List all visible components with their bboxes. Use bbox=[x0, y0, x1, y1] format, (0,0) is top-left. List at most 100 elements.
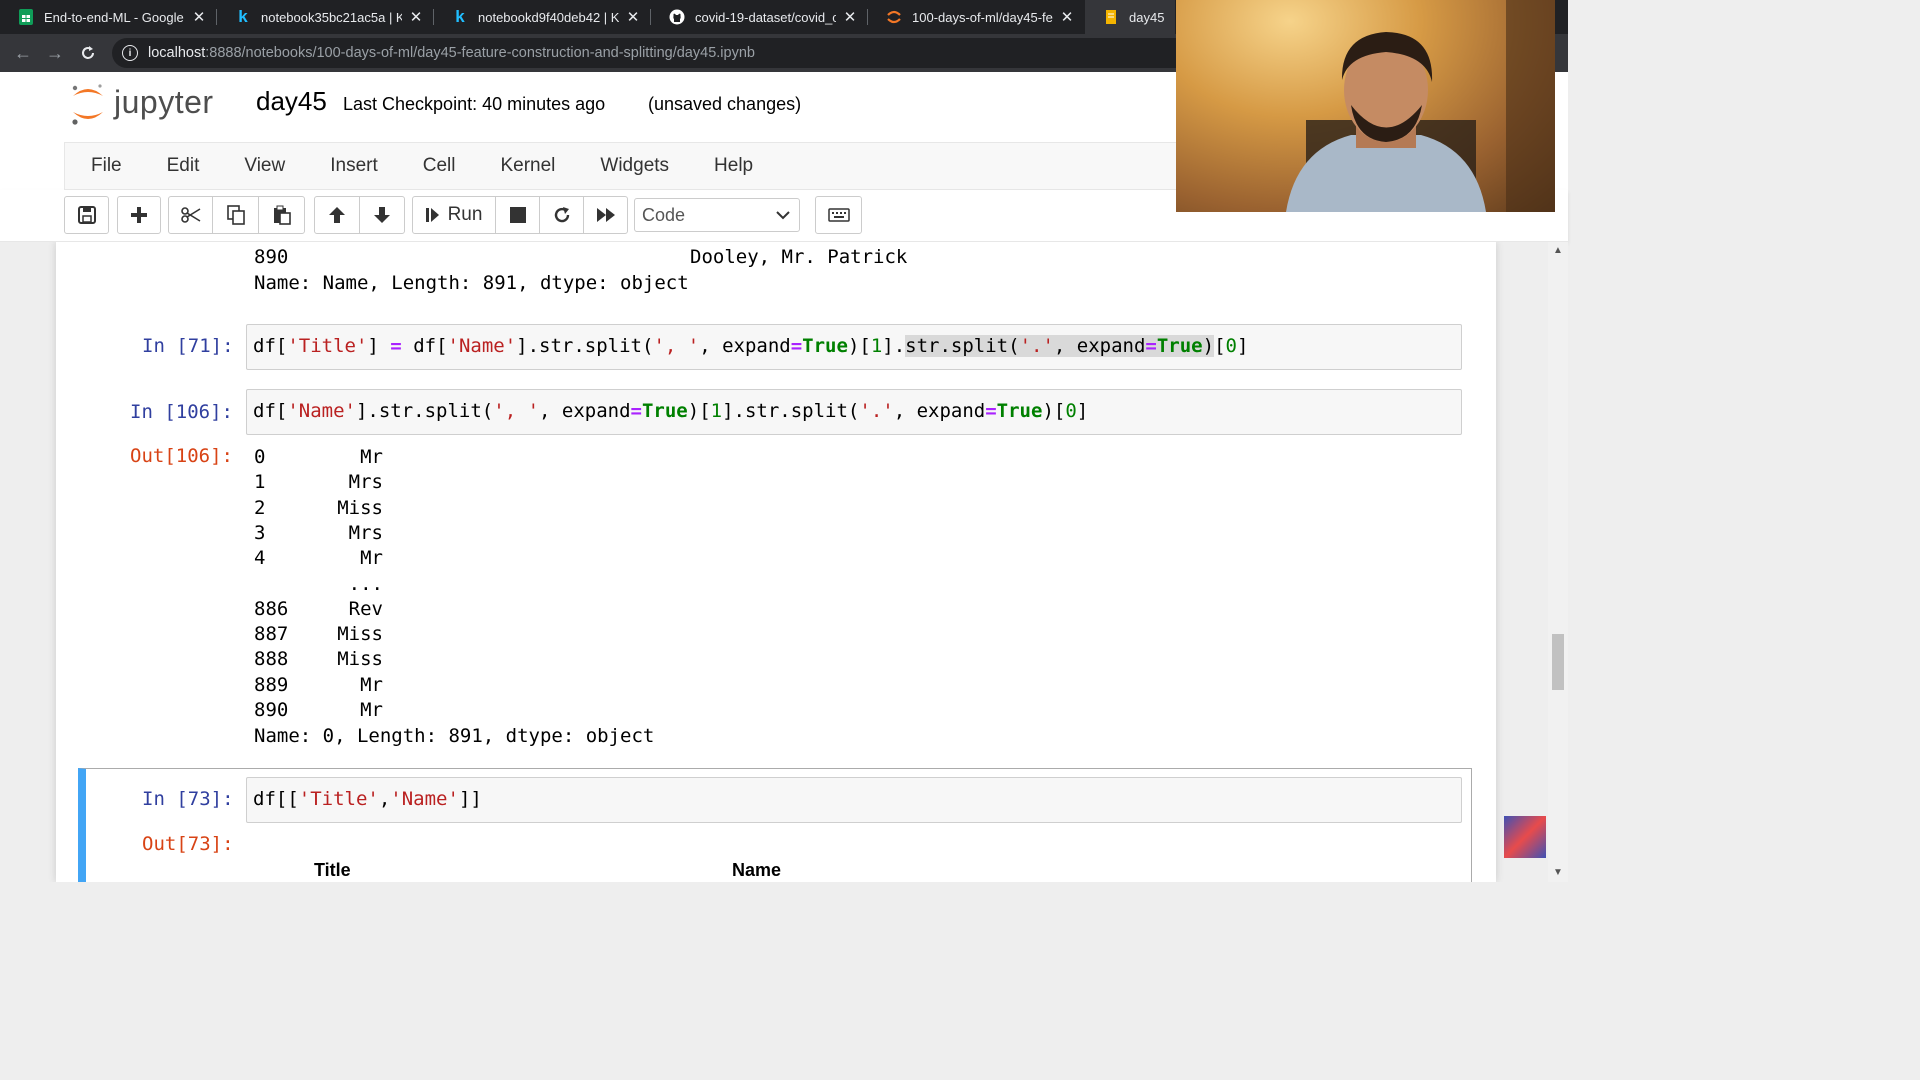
scroll-down-icon[interactable]: ▼ bbox=[1552, 868, 1564, 878]
step-forward-icon bbox=[425, 208, 439, 222]
back-arrow-icon[interactable]: ← bbox=[6, 36, 40, 70]
browser-tab-kaggle-1[interactable]: k notebook35bc21ac5a | Kag ✕ bbox=[217, 0, 434, 34]
browser-tab-github[interactable]: covid-19-dataset/covid_cas ✕ bbox=[651, 0, 868, 34]
save-button[interactable] bbox=[64, 196, 109, 234]
menu-help[interactable]: Help bbox=[714, 155, 753, 177]
close-tab-icon[interactable]: ✕ bbox=[625, 8, 641, 26]
notebook-name[interactable]: day45 bbox=[256, 86, 327, 117]
cell-input-prompt: In [71]: bbox=[142, 335, 234, 357]
previous-output-footer: Name: Name, Length: 891, dtype: object bbox=[254, 272, 689, 294]
cell-type-select[interactable]: Code bbox=[634, 198, 800, 232]
cell-input-prompt: In [73]: bbox=[142, 788, 234, 810]
series-value: Miss bbox=[337, 496, 383, 519]
move-up-button[interactable] bbox=[314, 196, 360, 234]
tab-title: covid-19-dataset/covid_cas bbox=[695, 9, 836, 25]
reload-icon[interactable] bbox=[71, 36, 105, 70]
copy-button[interactable] bbox=[212, 196, 259, 234]
close-tab-icon[interactable]: ✕ bbox=[408, 8, 424, 26]
jupyter-logo[interactable]: jupyter bbox=[70, 80, 214, 125]
autosave-status: (unsaved changes) bbox=[648, 94, 802, 114]
series-value: Mr bbox=[360, 673, 383, 696]
scroll-up-icon[interactable]: ▲ bbox=[1552, 246, 1564, 256]
restart-run-all-button[interactable] bbox=[583, 196, 628, 234]
cell-input-prompt: In [106]: bbox=[130, 401, 233, 423]
restart-kernel-button[interactable] bbox=[539, 196, 584, 234]
menu-file[interactable]: File bbox=[91, 155, 122, 177]
code-text[interactable]: df['Name'].str.split(', ', expand=True)[… bbox=[253, 400, 1088, 422]
menu-view[interactable]: View bbox=[244, 155, 285, 177]
cell-type-value: Code bbox=[642, 204, 686, 225]
command-palette-button[interactable] bbox=[815, 196, 862, 234]
menu-cell[interactable]: Cell bbox=[423, 155, 456, 177]
forward-arrow-icon[interactable]: → bbox=[38, 36, 72, 70]
fast-forward-icon bbox=[596, 208, 615, 222]
jupyter-logo-icon bbox=[70, 80, 106, 125]
browser-tab-jupyter-github[interactable]: 100-days-of-ml/day45-feat ✕ bbox=[868, 0, 1085, 34]
insert-cell-button[interactable] bbox=[117, 196, 161, 234]
series-value: ... bbox=[348, 572, 383, 595]
github-icon bbox=[669, 9, 685, 25]
paste-icon bbox=[273, 205, 291, 225]
scissors-icon bbox=[180, 207, 200, 223]
previous-output-value: Dooley, Mr. Patrick bbox=[690, 246, 908, 268]
sheets-icon bbox=[18, 9, 34, 25]
plus-icon bbox=[131, 207, 147, 223]
series-value: Mrs bbox=[348, 471, 383, 494]
menu-edit[interactable]: Edit bbox=[167, 155, 200, 177]
series-value: Mr bbox=[360, 446, 383, 468]
chevron-down-icon bbox=[776, 211, 790, 220]
cut-button[interactable] bbox=[168, 196, 213, 234]
jupyter-logo-text: jupyter bbox=[114, 83, 214, 120]
series-value: Mrs bbox=[348, 521, 383, 544]
url-path: :8888/notebooks/100-days-of-ml/day45-fea… bbox=[205, 45, 755, 61]
cell-output-prompt: Out[106]: bbox=[130, 445, 233, 467]
tab-title: 100-days-of-ml/day45-feat bbox=[912, 9, 1053, 25]
interrupt-kernel-button[interactable] bbox=[495, 196, 540, 234]
page-scrollbar[interactable]: ▲ ▼ bbox=[1548, 242, 1568, 882]
series-value: Miss bbox=[337, 648, 383, 671]
close-tab-icon[interactable]: ✕ bbox=[191, 8, 207, 26]
series-value: Mr bbox=[360, 699, 383, 721]
menu-kernel[interactable]: Kernel bbox=[500, 155, 555, 177]
series-value: Mr bbox=[360, 547, 383, 570]
notebook-icon bbox=[1103, 9, 1119, 25]
arrow-up-icon bbox=[329, 207, 345, 223]
jupyter-icon bbox=[886, 9, 902, 25]
app-badge-icon[interactable] bbox=[1504, 816, 1546, 858]
url-host: localhost bbox=[148, 45, 206, 61]
arrow-down-icon bbox=[374, 207, 390, 223]
run-label: Run bbox=[447, 204, 483, 225]
table-header-title: Title bbox=[314, 860, 351, 880]
series-output-footer: Name: 0, Length: 891, dtype: object bbox=[254, 725, 655, 747]
cell-output-prompt: Out[73]: bbox=[142, 833, 234, 855]
browser-tab-sheets[interactable]: End-to-end-ML - Google Sl ✕ bbox=[0, 0, 217, 34]
series-value: Rev bbox=[348, 597, 383, 620]
tab-title: day45 - Ju bbox=[1129, 9, 1165, 25]
table-header-name: Name bbox=[732, 860, 782, 880]
run-button[interactable]: Run bbox=[412, 196, 496, 234]
code-text[interactable]: df[['Title','Name']] bbox=[253, 788, 482, 810]
close-tab-icon[interactable]: ✕ bbox=[842, 8, 858, 26]
stop-icon bbox=[509, 207, 526, 223]
tab-title: End-to-end-ML - Google Sl bbox=[44, 9, 185, 25]
scrollbar-thumb[interactable] bbox=[1552, 634, 1564, 690]
code-cell-input[interactable]: df[['Title','Name']] bbox=[246, 777, 1462, 823]
browser-tab-day45[interactable]: day45 - Ju bbox=[1085, 0, 1175, 34]
close-tab-icon[interactable]: ✕ bbox=[1059, 8, 1075, 26]
move-down-button[interactable] bbox=[359, 196, 405, 234]
browser-tab-kaggle-2[interactable]: k notebookd9f40deb42 | Kag ✕ bbox=[434, 0, 651, 34]
keyboard-icon bbox=[827, 208, 850, 222]
webcam-overlay bbox=[1176, 0, 1555, 212]
paste-button[interactable] bbox=[258, 196, 305, 234]
info-icon[interactable]: i bbox=[122, 45, 138, 61]
code-cell-input[interactable]: df['Title'] = df['Name'].str.split(', ',… bbox=[246, 324, 1462, 370]
code-cell-input[interactable]: df['Name'].str.split(', ', expand=True)[… bbox=[246, 389, 1462, 435]
code-text[interactable]: df['Title'] = df['Name'].str.split(', ',… bbox=[253, 335, 1248, 357]
checkpoint-status: Last Checkpoint: 40 minutes ago bbox=[343, 94, 606, 114]
series-value: Miss bbox=[337, 623, 383, 646]
notebook-scroll-area[interactable]: 890 Dooley, Mr. Patrick Name: Name, Leng… bbox=[0, 242, 1568, 882]
menu-insert[interactable]: Insert bbox=[330, 155, 378, 177]
restart-icon bbox=[554, 207, 569, 223]
menu-widgets[interactable]: Widgets bbox=[600, 155, 669, 177]
kaggle-icon: k bbox=[455, 7, 465, 26]
